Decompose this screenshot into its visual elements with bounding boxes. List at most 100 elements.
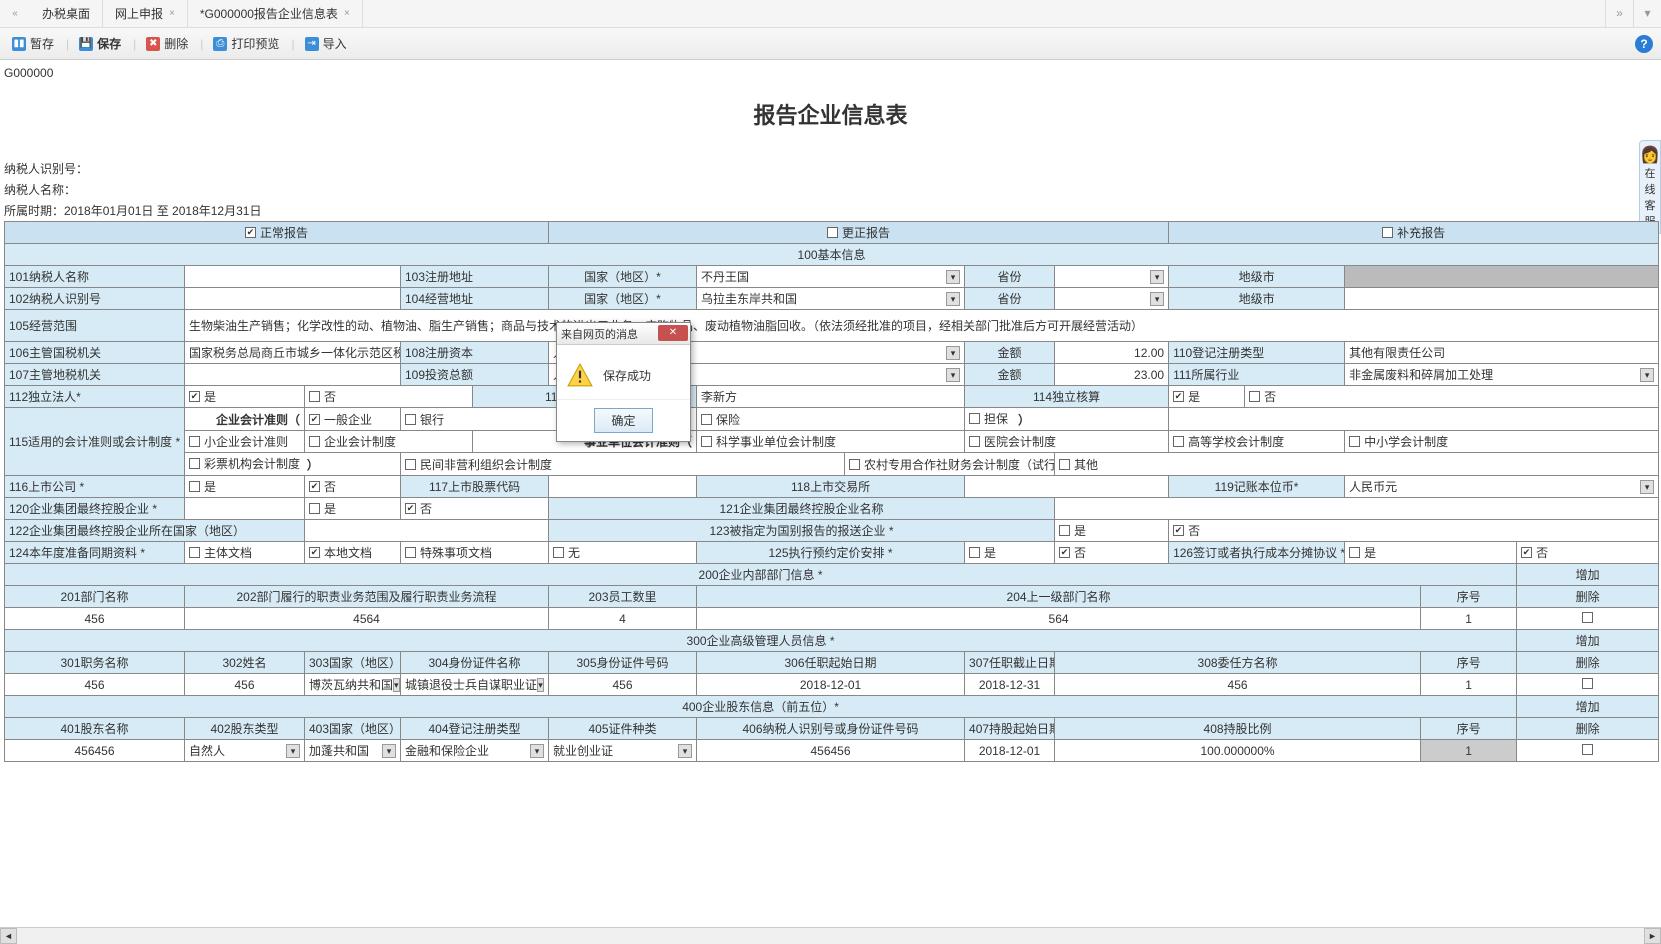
field-120-blank[interactable] [185, 498, 305, 520]
field-114-no[interactable]: 否 [1249, 388, 1276, 405]
modal-ok-button[interactable]: 确定 [594, 408, 652, 433]
field-111[interactable]: 非金属废料和碎屑加工处理▾ [1345, 364, 1659, 386]
cb-126-no[interactable]: 否 [1521, 544, 1548, 561]
field-109-amt[interactable]: 23.00 [1055, 364, 1169, 386]
field-101[interactable] [185, 266, 401, 288]
cb-lottery[interactable]: 彩票机构会计制度 [189, 455, 300, 472]
close-icon[interactable]: × [344, 8, 350, 19]
cb-ent-acc[interactable]: 企业会计制度 [309, 433, 396, 450]
cb-sci[interactable]: 科学事业单位会计制度 [701, 433, 836, 450]
field-104-city[interactable] [1345, 288, 1659, 310]
tabs-scroll-left[interactable]: « [0, 8, 30, 19]
tab-desktop[interactable]: 办税桌面 [30, 0, 103, 27]
cb-nonprofit[interactable]: 民间非营利组织会计制度 [405, 456, 552, 473]
horizontal-scrollbar[interactable]: ◄ ► [0, 927, 1661, 944]
help-button[interactable]: ? [1635, 35, 1653, 53]
scroll-right-arrow[interactable]: ► [1644, 928, 1661, 944]
add-300-button[interactable]: 增加 [1517, 630, 1659, 652]
toolbar: ▮▮暂存 | 💾保存 | ✖删除 | ⎙打印预览 | ⇥导入 ? [0, 28, 1661, 60]
field-104-prov[interactable]: ▾ [1055, 288, 1169, 310]
cb-school[interactable]: 中小学会计制度 [1349, 433, 1448, 450]
field-103-prov[interactable]: ▾ [1055, 266, 1169, 288]
chevron-down-icon[interactable]: ▾ [286, 744, 300, 758]
chevron-down-icon[interactable]: ▾ [1150, 270, 1164, 284]
field-121[interactable] [1055, 498, 1659, 520]
cb-general-ent[interactable]: 一般企业 [309, 411, 372, 428]
del-200-checkbox[interactable] [1582, 612, 1593, 623]
del-300-checkbox[interactable] [1582, 678, 1593, 689]
cb-rural[interactable]: 农村专用合作社财务会计制度（试行） [849, 456, 1055, 473]
cb-univ[interactable]: 高等学校会计制度 [1173, 433, 1284, 450]
field-114-yes[interactable]: 是 [1173, 388, 1200, 405]
chevron-down-icon[interactable]: ▾ [530, 744, 544, 758]
cb-hospital[interactable]: 医院会计制度 [969, 433, 1056, 450]
tab-online-report[interactable]: 网上申报× [103, 0, 188, 27]
delete-button[interactable]: ✖删除 [140, 32, 194, 55]
print-preview-button[interactable]: ⎙打印预览 [207, 32, 285, 55]
field-118[interactable] [965, 476, 1169, 498]
field-102[interactable] [185, 288, 401, 310]
field-105[interactable]: 生物柴油生产销售；化学改性的动、植物油、脂生产销售；商品与技术的进出口业务。应购… [185, 310, 1659, 342]
cb-local[interactable]: 本地文档 [309, 544, 372, 561]
chevron-down-icon[interactable]: ▾ [1150, 292, 1164, 306]
chevron-down-icon[interactable]: ▾ [946, 292, 960, 306]
field-119[interactable]: 人民币元▾ [1345, 476, 1659, 498]
chevron-down-icon[interactable]: ▾ [946, 368, 960, 382]
chevron-down-icon[interactable]: ▾ [537, 678, 544, 692]
chevron-down-icon[interactable]: ▾ [678, 744, 692, 758]
field-113[interactable]: 李新方 [697, 386, 965, 408]
save-button[interactable]: 💾保存 [73, 32, 127, 55]
import-icon: ⇥ [305, 37, 319, 51]
cb-120-no[interactable]: 否 [405, 500, 432, 517]
cb-123-yes[interactable]: 是 [1059, 522, 1086, 539]
tabs-row: « 办税桌面 网上申报× *G000000报告企业信息表× » ▾ [0, 0, 1661, 28]
add-400-button[interactable]: 增加 [1517, 696, 1659, 718]
field-110[interactable]: 其他有限责任公司 [1345, 342, 1659, 364]
field-112-no[interactable]: 否 [309, 388, 336, 405]
field-104-country[interactable]: 乌拉圭东岸共和国▾ [697, 288, 965, 310]
cb-bank[interactable]: 银行 [405, 411, 444, 428]
cb-120-yes[interactable]: 是 [309, 500, 336, 517]
field-112-yes[interactable]: 是 [189, 388, 216, 405]
cb-master[interactable]: 主体文档 [189, 544, 252, 561]
import-button[interactable]: ⇥导入 [299, 32, 353, 55]
cb-116-no[interactable]: 否 [309, 478, 336, 495]
field-103-country[interactable]: 不丹王国▾ [697, 266, 965, 288]
del-400-checkbox[interactable] [1582, 744, 1593, 755]
pause-button[interactable]: ▮▮暂存 [6, 32, 60, 55]
cb-other[interactable]: 其他 [1059, 456, 1098, 473]
close-icon[interactable]: × [169, 8, 175, 19]
normal-report-checkbox[interactable]: 正常报告 [245, 224, 308, 241]
cb-126-yes[interactable]: 是 [1349, 544, 1376, 561]
scroll-left-arrow[interactable]: ◄ [0, 928, 17, 944]
cb-116-yes[interactable]: 是 [189, 478, 216, 495]
chevron-down-icon[interactable]: ▾ [1640, 368, 1654, 382]
cb-125-no[interactable]: 否 [1059, 544, 1086, 561]
table-row: 456 4564 4 564 1 [5, 608, 1659, 630]
cb-none[interactable]: 无 [553, 544, 580, 561]
field-103-city[interactable] [1345, 266, 1659, 288]
correct-report-checkbox[interactable]: 更正报告 [827, 224, 890, 241]
supplement-report-checkbox[interactable]: 补充报告 [1382, 224, 1445, 241]
field-122[interactable] [305, 520, 549, 542]
add-200-button[interactable]: 增加 [1517, 564, 1659, 586]
chevron-down-icon[interactable]: ▾ [393, 678, 400, 692]
field-108-amt[interactable]: 12.00 [1055, 342, 1169, 364]
tab-g000000[interactable]: *G000000报告企业信息表× [188, 0, 363, 27]
cb-guarantee[interactable]: 担保 [969, 410, 1008, 427]
field-106[interactable]: 国家税务总局商丘市城乡一体化示范区税 [185, 342, 401, 364]
cb-small-ent[interactable]: 小企业会计准则 [189, 433, 288, 450]
cb-123-no[interactable]: 否 [1173, 522, 1200, 539]
chevron-down-icon[interactable]: ▾ [946, 346, 960, 360]
chevron-down-icon[interactable]: ▾ [382, 744, 396, 758]
modal-close-button[interactable]: ✕ [658, 325, 688, 341]
cb-125-yes[interactable]: 是 [969, 544, 996, 561]
tabs-scroll-right[interactable]: » [1605, 0, 1633, 27]
chevron-down-icon[interactable]: ▾ [946, 270, 960, 284]
chevron-down-icon[interactable]: ▾ [1640, 480, 1654, 494]
cb-insurance[interactable]: 保险 [701, 411, 740, 428]
field-107[interactable] [185, 364, 401, 386]
tabs-menu-icon[interactable]: ▾ [1633, 0, 1661, 27]
cb-special[interactable]: 特殊事项文档 [405, 544, 492, 561]
field-117[interactable] [549, 476, 697, 498]
